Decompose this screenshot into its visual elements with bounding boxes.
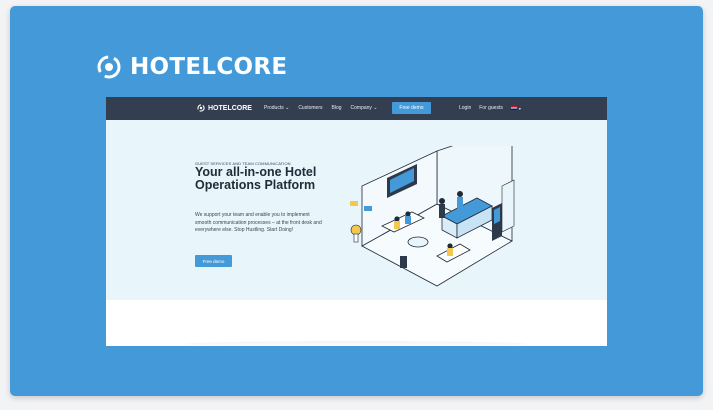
nav-guests-link[interactable]: For guests	[479, 105, 503, 111]
nav-item-company[interactable]: Company ⌄	[351, 105, 378, 111]
chevron-down-icon: ▾	[518, 105, 521, 111]
content-area	[106, 300, 607, 346]
brand-header: HOTELCORE	[96, 54, 287, 80]
brand-name: HOTELCORE	[130, 54, 288, 80]
uk-flag-icon	[510, 106, 517, 110]
hero-headline: Your all-in-one Hotel Operations Platfor…	[195, 165, 317, 192]
hotel-lobby-illustration	[350, 146, 515, 287]
section-shadow	[186, 341, 526, 346]
hero-description: We support your team and enable you to i…	[195, 212, 322, 234]
nav-links: Products ⌄ Customers Blog Company ⌄	[264, 105, 378, 111]
nav-logo[interactable]: HOTELCORE	[197, 104, 252, 112]
top-navbar: HOTELCORE Products ⌄ Customers Blog Comp…	[106, 97, 607, 120]
hero-free-demo-button[interactable]: Free demo	[195, 255, 232, 267]
nav-free-demo-button[interactable]: Free demo	[392, 102, 431, 114]
nav-item-products[interactable]: Products ⌄	[264, 105, 289, 111]
nav-login-link[interactable]: Login	[459, 105, 471, 111]
nav-item-customers[interactable]: Customers	[298, 105, 322, 111]
hero-section: GUEST SERVICES AND TEAM COMMUNICATION Yo…	[106, 120, 607, 300]
hotelcore-logo-icon	[197, 104, 205, 112]
nav-right: Login For guests ▾	[459, 105, 521, 111]
hotelcore-logo-icon	[97, 55, 121, 79]
language-selector[interactable]: ▾	[510, 105, 521, 111]
website-screenshot: HOTELCORE Products ⌄ Customers Blog Comp…	[106, 97, 607, 346]
nav-item-blog[interactable]: Blog	[332, 105, 342, 111]
nav-logo-text: HOTELCORE	[208, 104, 252, 112]
